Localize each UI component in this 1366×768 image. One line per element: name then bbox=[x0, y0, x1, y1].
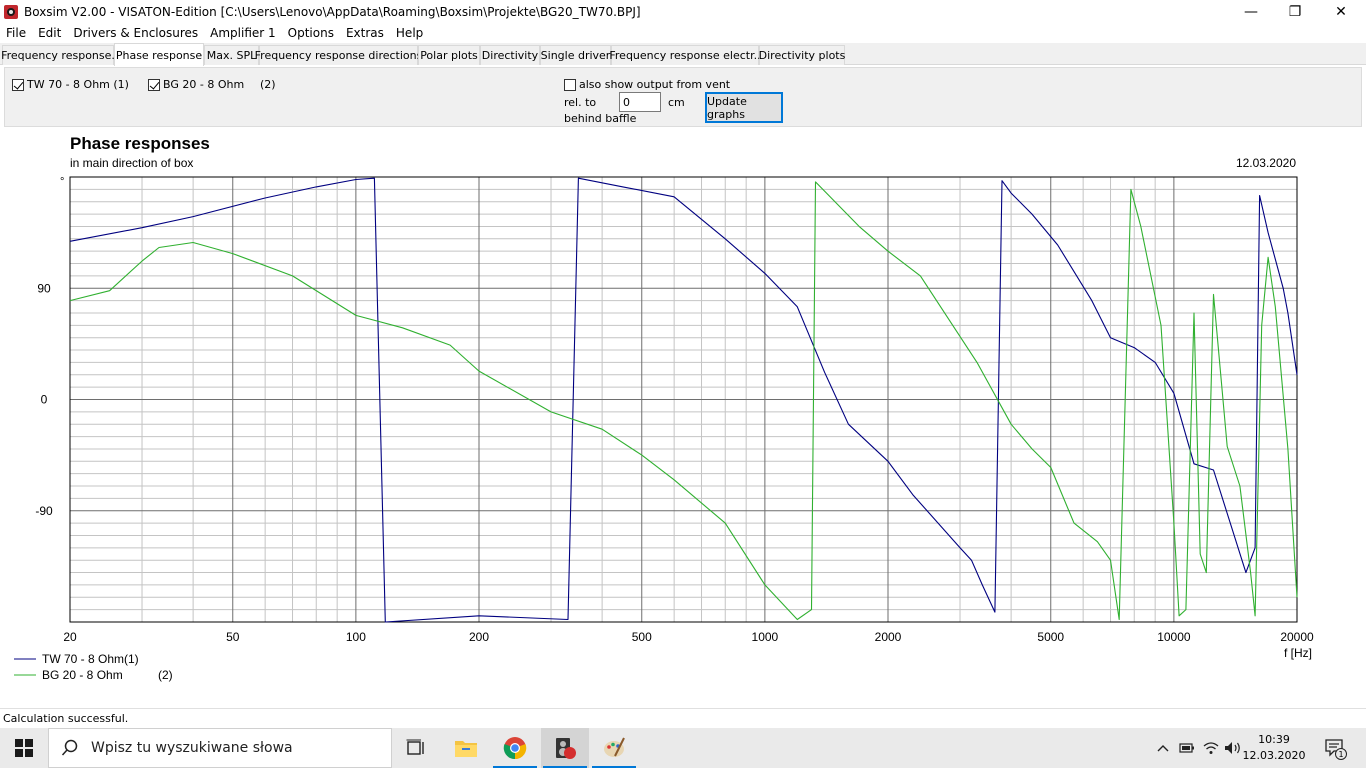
boxsim-taskbar-button[interactable] bbox=[541, 728, 589, 768]
baffle-offset-input[interactable] bbox=[619, 92, 661, 112]
task-view-icon bbox=[406, 739, 424, 755]
folder-icon bbox=[455, 741, 477, 757]
tab-max-spl[interactable]: Max. SPL bbox=[204, 45, 259, 65]
menu-extras[interactable]: Extras bbox=[340, 26, 390, 40]
grid-major bbox=[70, 177, 1297, 622]
checkbox-box[interactable] bbox=[12, 78, 24, 91]
tab-strip: Frequency response. Phase response Max. … bbox=[0, 43, 1366, 66]
file-explorer-button[interactable] bbox=[442, 728, 490, 768]
vent-output-label: also show output from vent bbox=[579, 78, 731, 91]
chevron-up-icon bbox=[1157, 745, 1169, 752]
close-button[interactable]: ✕ bbox=[1318, 0, 1364, 23]
x-tick-label: 2000 bbox=[875, 630, 902, 644]
y-tick-label: -90 bbox=[35, 504, 53, 518]
x-tick-label: 1000 bbox=[752, 630, 779, 644]
controls-panel: TW 70 - 8 Ohm (1) BG 20 - 8 Ohm (2) also… bbox=[4, 67, 1362, 127]
series-line-tw70 bbox=[69, 177, 1298, 623]
restore-button[interactable]: ❐ bbox=[1272, 0, 1318, 23]
x-tick-label: 100 bbox=[346, 630, 366, 644]
status-text: Calculation successful. bbox=[3, 712, 129, 725]
tab-phase-response[interactable]: Phase response bbox=[114, 43, 204, 66]
rel-to-label: rel. to bbox=[564, 96, 597, 109]
x-tick-label: 5000 bbox=[1037, 630, 1064, 644]
checkbox-box[interactable] bbox=[148, 78, 160, 91]
legend: TW 70 - 8 Ohm(1) BG 20 - 8 Ohm (2) bbox=[14, 652, 173, 682]
unit-label: cm bbox=[668, 96, 685, 109]
driver2-checkbox[interactable]: BG 20 - 8 Ohm bbox=[148, 78, 244, 91]
paint-palette-icon bbox=[604, 737, 625, 757]
chart-subtitle: in main direction of box bbox=[70, 156, 193, 170]
legend-label-bg20: BG 20 - 8 Ohm bbox=[42, 668, 123, 682]
menu-options[interactable]: Options bbox=[282, 26, 340, 40]
x-tick-label: 20 bbox=[63, 630, 77, 644]
x-tick-label: 20000 bbox=[1280, 630, 1314, 644]
tab-frequency-response[interactable]: Frequency response. bbox=[1, 45, 115, 65]
update-graphs-button[interactable]: Update graphs bbox=[705, 92, 783, 123]
phase-response-chart: Phase responses in main direction of box… bbox=[14, 134, 1314, 682]
boxsim-speaker-icon bbox=[556, 738, 576, 759]
battery-button[interactable] bbox=[1176, 728, 1198, 768]
x-tick-labels: 20 50 100 200 500 1000 2000 5000 10000 20000 bbox=[63, 630, 1314, 644]
window-title: Boxsim V2.00 - VISATON-Edition [C:\Users… bbox=[24, 4, 641, 19]
checkbox-box[interactable] bbox=[564, 78, 576, 91]
title-bar: Boxsim V2.00 - VISATON-Edition [C:\Users… bbox=[0, 0, 1366, 23]
series-layer bbox=[69, 177, 1298, 623]
menu-edit[interactable]: Edit bbox=[32, 26, 67, 40]
menu-help[interactable]: Help bbox=[390, 26, 429, 40]
y-tick-label: 90 bbox=[37, 281, 51, 295]
driver1-checkbox[interactable]: TW 70 - 8 Ohm (1) bbox=[12, 78, 129, 91]
battery-icon bbox=[1179, 743, 1194, 753]
wifi-icon bbox=[1203, 742, 1219, 754]
paint-button[interactable] bbox=[590, 728, 638, 768]
chrome-icon bbox=[503, 737, 527, 760]
chart-date: 12.03.2020 bbox=[1236, 156, 1296, 170]
menu-amplifier[interactable]: Amplifier 1 bbox=[204, 26, 282, 40]
show-hidden-icons-button[interactable] bbox=[1152, 728, 1174, 768]
chrome-button[interactable] bbox=[491, 728, 539, 768]
taskbar-clock[interactable]: 10:39 12.03.2020 bbox=[1238, 732, 1310, 764]
behind-baffle-label: behind baffle bbox=[564, 112, 637, 125]
notification-count: 1 bbox=[1338, 750, 1343, 759]
clock-date: 12.03.2020 bbox=[1242, 749, 1306, 762]
start-button[interactable] bbox=[0, 728, 48, 768]
driver1-label: TW 70 - 8 Ohm (1) bbox=[27, 78, 129, 91]
x-tick-label: 10000 bbox=[1157, 630, 1191, 644]
menu-bar: File Edit Drivers & Enclosures Amplifier… bbox=[0, 23, 1366, 43]
search-placeholder: Wpisz tu wyszukiwane słowa bbox=[91, 740, 293, 756]
x-tick-label: 50 bbox=[226, 630, 240, 644]
x-tick-label: 500 bbox=[632, 630, 652, 644]
x-tick-label: 200 bbox=[469, 630, 489, 644]
driver2-index: (2) bbox=[260, 78, 276, 91]
boxsim-app-icon bbox=[3, 4, 19, 20]
y-tick-labels: -90 0 90 bbox=[35, 281, 53, 518]
network-button[interactable] bbox=[1200, 728, 1222, 768]
vent-output-checkbox[interactable]: also show output from vent bbox=[564, 78, 730, 91]
search-icon bbox=[61, 739, 78, 756]
taskbar: Wpisz tu wyszukiwane słowa 10:39 12.03.2… bbox=[0, 728, 1366, 768]
clock-time: 10:39 bbox=[1258, 733, 1290, 746]
x-axis-label: f [Hz] bbox=[1284, 646, 1312, 660]
tab-polar-plots[interactable]: Polar plots bbox=[418, 45, 480, 65]
tab-frequency-response-electrical[interactable]: Frequency response electr.. bbox=[609, 45, 761, 65]
menu-drivers-enclosures[interactable]: Drivers & Enclosures bbox=[67, 26, 204, 40]
y-tick-label: 0 bbox=[41, 393, 48, 407]
taskbar-search-box[interactable]: Wpisz tu wyszukiwane słowa bbox=[48, 728, 392, 768]
tab-directivity[interactable]: Directivity bbox=[480, 45, 540, 65]
notification-icon: 1 bbox=[1325, 739, 1347, 760]
tab-frequency-response-directions[interactable]: Frequency response directions bbox=[255, 45, 422, 65]
tab-single-driver[interactable]: Single driver bbox=[540, 45, 611, 65]
windows-logo-icon bbox=[15, 739, 33, 757]
menu-file[interactable]: File bbox=[0, 26, 32, 40]
status-bar: Calculation successful. bbox=[0, 708, 1366, 728]
chart-title: Phase responses bbox=[70, 134, 210, 153]
legend-label-tw70: TW 70 - 8 Ohm(1) bbox=[42, 652, 139, 666]
action-center-button[interactable]: 1 bbox=[1320, 728, 1350, 768]
legend-index-bg20: (2) bbox=[158, 668, 173, 682]
minimize-button[interactable]: — bbox=[1228, 0, 1274, 23]
series-line-bg20 bbox=[69, 181, 1298, 621]
y-unit-label: ° bbox=[60, 176, 64, 188]
tab-directivity-plots[interactable]: Directivity plots bbox=[759, 45, 845, 65]
driver2-label: BG 20 - 8 Ohm bbox=[163, 78, 245, 91]
task-view-button[interactable] bbox=[392, 728, 440, 768]
